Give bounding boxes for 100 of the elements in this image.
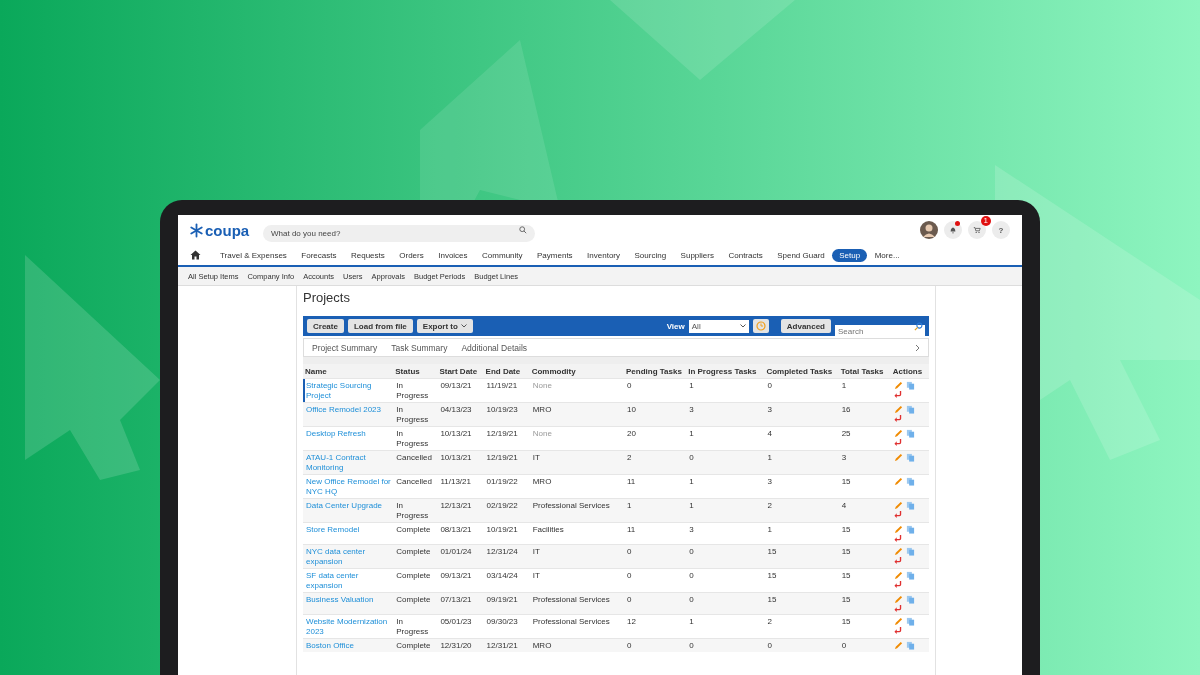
copy-icon[interactable] — [905, 381, 915, 390]
project-link[interactable]: Desktop Refresh — [306, 429, 392, 439]
toolbar-button[interactable]: Load from file — [347, 319, 413, 333]
table-cell-text: 05/01/23 — [440, 617, 473, 627]
table-cell-text: 12/19/21 — [486, 453, 519, 463]
column-header: In Progress Tasks — [686, 364, 765, 379]
copy-icon[interactable] — [905, 429, 915, 438]
view-dropdown[interactable]: All — [688, 319, 749, 333]
pencil-icon[interactable] — [893, 429, 903, 438]
table-cell-text: 0 — [689, 595, 695, 605]
pencil-icon[interactable] — [893, 617, 903, 626]
nav-tab[interactable]: Requests — [343, 248, 392, 262]
table-cell-text: 09/30/23 — [486, 617, 519, 627]
copy-icon[interactable] — [905, 477, 915, 486]
undo-icon[interactable] — [893, 556, 903, 565]
copy-icon[interactable] — [905, 453, 915, 462]
copy-icon[interactable] — [905, 501, 915, 510]
nav-tab[interactable]: Inventory — [580, 248, 627, 262]
nav-tab[interactable]: Setup — [832, 248, 868, 262]
pencil-icon[interactable] — [893, 525, 903, 534]
copy-icon[interactable] — [905, 641, 915, 650]
nav-tab[interactable]: Payments — [530, 248, 580, 262]
bell-button[interactable] — [944, 221, 962, 239]
nav-tab[interactable]: Suppliers — [673, 248, 721, 262]
nav-tab[interactable]: More... — [867, 248, 907, 262]
undo-icon[interactable] — [893, 414, 903, 423]
copy-icon[interactable] — [905, 405, 915, 414]
table-cell-text: 01/01/24 — [440, 547, 473, 557]
pencil-icon[interactable] — [893, 381, 903, 390]
table-cell-text: 15 — [841, 617, 852, 627]
project-link[interactable]: New Office Remodel for NYC HQ — [306, 477, 392, 497]
copy-icon[interactable] — [905, 595, 915, 604]
nav-tab[interactable]: Invoices — [431, 248, 475, 262]
table-cell-text: 1 — [689, 381, 695, 391]
home-icon[interactable] — [190, 250, 201, 260]
nav-tab[interactable]: Orders — [392, 248, 431, 262]
summary-tab[interactable]: Additional Details — [461, 342, 528, 353]
copy-icon[interactable] — [905, 571, 915, 580]
pencil-icon[interactable] — [893, 405, 903, 414]
pencil-icon[interactable] — [893, 571, 903, 580]
pencil-icon[interactable] — [893, 453, 903, 462]
pencil-icon[interactable] — [893, 547, 903, 556]
table-cell-text: 11/13/21 — [440, 477, 472, 487]
table-cell-text: 2 — [767, 617, 773, 627]
project-link[interactable]: SF data center expansion — [306, 571, 392, 591]
table-cell-text: Cancelled — [396, 453, 433, 463]
project-link[interactable]: Store Remodel — [306, 525, 392, 535]
table-cell-text: 09/13/21 — [440, 381, 473, 391]
pencil-icon[interactable] — [893, 595, 903, 604]
summary-tab[interactable]: Task Summary — [391, 342, 448, 353]
nav-tab[interactable]: Sourcing — [627, 248, 674, 262]
table-cell-text: 09/19/21 — [486, 595, 519, 605]
table-cell-text: 09/13/21 — [440, 571, 473, 581]
copy-icon[interactable] — [905, 617, 915, 626]
table-cell-text: Complete — [396, 525, 432, 535]
search-field[interactable]: Search — [835, 324, 925, 338]
table-cell-text: 20 — [627, 429, 637, 439]
undo-icon[interactable] — [893, 626, 903, 635]
pencil-icon[interactable] — [893, 477, 903, 486]
undo-icon[interactable] — [893, 534, 903, 543]
pencil-icon[interactable] — [893, 501, 903, 510]
export-button[interactable]: Export to — [416, 319, 473, 333]
project-link[interactable]: Strategic Sourcing Project — [306, 381, 392, 401]
page-title: Projects — [303, 290, 351, 307]
nav-tab[interactable]: Spend Guard — [770, 248, 832, 262]
table-cell-text: 16 — [841, 405, 852, 415]
cart-button[interactable] — [968, 221, 986, 239]
help-button[interactable]: ? — [992, 221, 1010, 239]
summary-tab[interactable]: Project Summary — [312, 342, 378, 353]
undo-icon[interactable] — [893, 438, 903, 447]
search-field[interactable]: What do you need? — [263, 224, 535, 242]
undo-icon[interactable] — [893, 580, 903, 589]
copy-icon[interactable] — [905, 547, 915, 556]
nav-tab[interactable]: Community — [475, 248, 530, 262]
table-cell-text: 12/19/21 — [486, 429, 519, 439]
advanced-button[interactable]: Advanced — [780, 319, 831, 333]
table-cell-text: 12/31/21 — [486, 641, 519, 651]
copy-icon[interactable] — [905, 525, 915, 534]
history-button[interactable] — [752, 319, 769, 333]
table-cell-text: 2 — [627, 453, 633, 463]
nav-tab[interactable]: Forecasts — [294, 248, 344, 262]
table-cell-text: 02/19/22 — [486, 501, 519, 511]
table-cell-text: None — [532, 381, 553, 391]
chevron-right-icon[interactable] — [915, 343, 920, 352]
table-cell-text: 1 — [689, 477, 695, 487]
table-cell-text: In Progress — [396, 501, 430, 521]
logo-text: coupa — [205, 222, 250, 238]
avatar-icon[interactable] — [920, 221, 938, 239]
table-cell-text: 3 — [767, 405, 773, 415]
nav-tab[interactable]: Contracts — [721, 248, 770, 262]
undo-icon[interactable] — [893, 510, 903, 519]
toolbar-button[interactable]: Create — [307, 319, 344, 333]
pencil-icon[interactable] — [893, 641, 903, 650]
table-cell-text: MRO — [532, 477, 553, 487]
undo-icon[interactable] — [893, 390, 903, 399]
project-link[interactable]: Website Modernization 2023 — [306, 617, 392, 637]
nav-tab[interactable]: Travel & Expenses — [213, 248, 294, 262]
table-cell-text: Facilities — [532, 525, 565, 535]
table-cell-text: 07/13/21 — [440, 595, 473, 605]
undo-icon[interactable] — [893, 604, 903, 613]
